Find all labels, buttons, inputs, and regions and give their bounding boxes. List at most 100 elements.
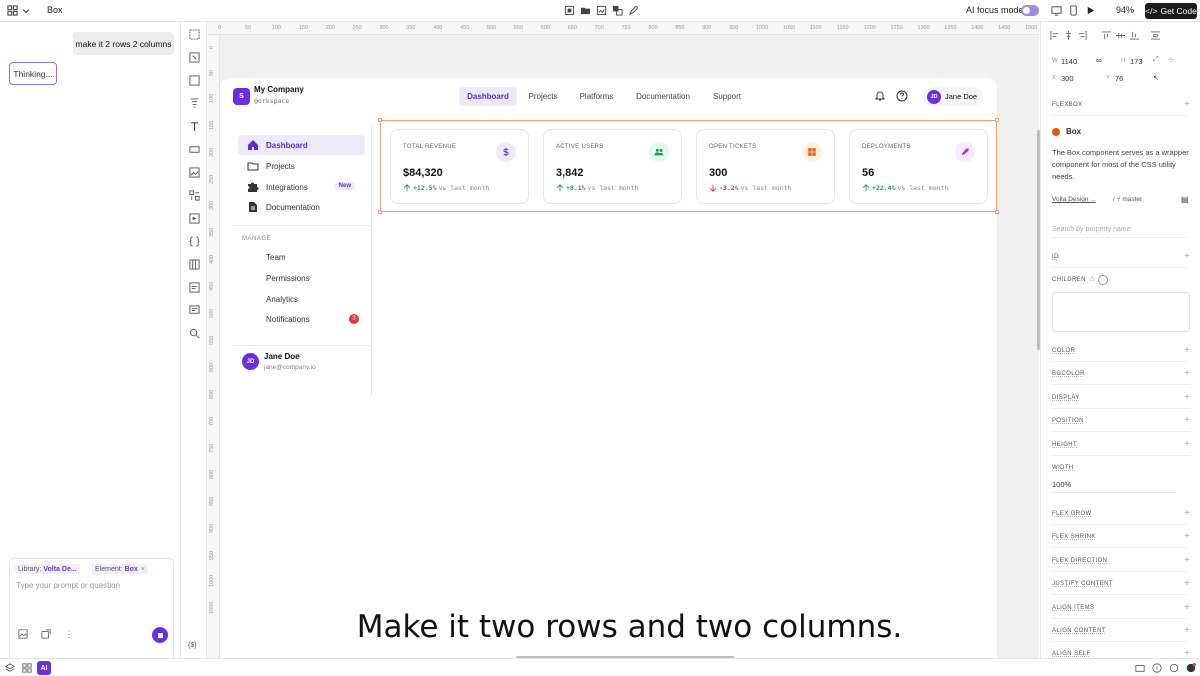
resize-handle[interactable] [378, 210, 382, 214]
sidebar-item-documentation[interactable]: Documentation [238, 197, 365, 217]
add-icon[interactable]: + [1184, 345, 1190, 356]
ai-focus-toggle[interactable] [1021, 5, 1039, 16]
play-icon[interactable] [1085, 5, 1096, 16]
prop-position[interactable]: POSITION + [1052, 410, 1190, 433]
table-tool-icon[interactable] [189, 259, 200, 270]
container-tool-icon[interactable] [189, 98, 200, 109]
mobile-icon[interactable] [1068, 5, 1079, 16]
attach-frame-icon[interactable] [39, 627, 53, 641]
add-icon[interactable]: + [1184, 531, 1190, 542]
library-link[interactable]: Volta Design ... [1052, 196, 1096, 203]
library-chip[interactable]: Library: Volta De... [15, 564, 80, 574]
variable-tool-icon[interactable] [189, 236, 200, 247]
prop-color[interactable]: COLOR + [1052, 340, 1190, 362]
stat-card[interactable]: DEPLOYMENTS 56 +22.4% vs last month [849, 129, 988, 204]
close-icon[interactable]: × [141, 566, 145, 573]
canvas[interactable]: S My Company @orkspace Dashboard Project… [220, 35, 1039, 659]
constraints-icon[interactable]: ⊹ [1168, 56, 1174, 64]
property-search[interactable]: Search by property name [1052, 218, 1190, 238]
frame-icon[interactable] [564, 5, 575, 16]
height-input[interactable]: 173 [1130, 57, 1143, 66]
target-icon[interactable] [1098, 275, 1108, 285]
align-middle-icon[interactable] [1116, 31, 1125, 40]
align-right-icon[interactable] [1078, 31, 1087, 40]
notifications-icon[interactable] [1186, 663, 1196, 673]
zoom-level[interactable]: 94% [1116, 5, 1134, 15]
sidebar-item-permissions[interactable]: Permissions [238, 268, 365, 288]
align-center-icon[interactable] [1064, 31, 1073, 40]
button-tool-icon[interactable] [189, 144, 200, 155]
help-icon[interactable] [896, 90, 908, 102]
tab-platforms[interactable]: Platforms [574, 87, 619, 106]
get-code-button[interactable]: </> Get Code [1145, 3, 1197, 19]
width-prop-value[interactable]: 100% [1052, 480, 1071, 489]
prompt-box[interactable]: Library: Volta De... Element: Box × Type yo… [9, 558, 174, 671]
stat-card[interactable]: TOTAL REVENUE $84,320 +12.5% vs last month [390, 129, 529, 204]
element-chip[interactable]: Element: Box × [92, 564, 148, 574]
ai-button[interactable]: AI [37, 661, 51, 675]
prop-align-content[interactable]: ALIGN CONTENT + [1052, 620, 1190, 642]
tab-support[interactable]: Support [706, 87, 748, 106]
tab-dashboard[interactable]: Dashboard [459, 87, 517, 106]
add-icon[interactable]: + [1184, 392, 1190, 403]
add-icon[interactable]: + [1184, 578, 1190, 589]
dashboard-frame[interactable]: S My Company @orkspace Dashboard Project… [220, 78, 999, 658]
stop-button[interactable] [152, 627, 168, 643]
search-icon[interactable] [189, 328, 200, 339]
image-tool-icon[interactable] [189, 167, 200, 178]
stat-card[interactable]: ACTIVE USERS 3,842 +8.1% vs last month [543, 129, 682, 204]
chevron-down-icon[interactable] [22, 5, 30, 16]
select-tool-icon[interactable] [189, 29, 200, 40]
folder-icon[interactable] [580, 5, 591, 16]
search-input[interactable]: Search by property name [1052, 226, 1131, 233]
grid-icon[interactable] [22, 663, 32, 673]
share-icon[interactable] [1135, 663, 1145, 673]
frame-tool-icon[interactable] [189, 52, 200, 63]
apps-grid-icon[interactable] [7, 5, 18, 16]
prop-id[interactable]: ID + [1052, 246, 1190, 268]
comment-tool-icon[interactable] [189, 305, 200, 316]
sidebar-item-analytics[interactable]: Analytics [238, 289, 365, 309]
add-icon[interactable]: + [1184, 99, 1190, 110]
add-icon[interactable]: + [1184, 251, 1190, 262]
image-icon[interactable] [596, 5, 607, 16]
variables-button[interactable]: {$} [188, 642, 202, 653]
width-input[interactable]: 1140 [1061, 57, 1077, 66]
align-left-icon[interactable] [1050, 31, 1059, 40]
resize-handle[interactable] [378, 118, 382, 122]
rocket-icon[interactable] [628, 5, 639, 16]
grid-tool-icon[interactable] [189, 190, 200, 201]
add-icon[interactable]: + [1184, 625, 1190, 636]
desktop-icon[interactable] [1051, 5, 1062, 16]
help-icon[interactable] [1152, 663, 1162, 673]
prompt-input[interactable]: Type your prompt or question [16, 581, 120, 590]
sidebar-item-notifications[interactable]: Notifications 3 [238, 309, 365, 329]
sidebar-item-team[interactable]: Team [238, 247, 365, 267]
tab-projects[interactable]: Projects [523, 87, 563, 106]
add-icon[interactable]: + [1184, 368, 1190, 379]
tab-documentation[interactable]: Documentation [630, 87, 696, 106]
more-options-icon[interactable]: ⋮ [62, 627, 76, 641]
embed-tool-icon[interactable] [189, 282, 200, 293]
user-menu[interactable]: JD Jane Doe [924, 87, 983, 106]
sidebar-item-projects[interactable]: Projects [238, 156, 365, 176]
stat-card[interactable]: OPEN TICKETS 300 -3.2% vs last month [696, 129, 835, 204]
add-icon[interactable]: + [1184, 439, 1190, 450]
component-icon[interactable] [612, 5, 623, 16]
resize-handle[interactable] [995, 118, 999, 122]
add-icon[interactable]: + [1184, 508, 1190, 519]
rectangle-tool-icon[interactable] [189, 75, 200, 86]
layers-icon[interactable] [5, 663, 15, 673]
text-tool-icon[interactable] [189, 121, 200, 132]
children-dropzone[interactable] [1052, 292, 1190, 332]
add-icon[interactable]: + [1184, 602, 1190, 613]
bell-icon[interactable] [874, 90, 886, 102]
prop-flex-grow[interactable]: FLEX GROW + [1052, 503, 1190, 525]
resize-icon[interactable]: ⤢ [1153, 56, 1159, 64]
link-icon[interactable]: ∞ [1096, 56, 1102, 65]
resize-handle[interactable] [995, 210, 999, 214]
prop-justify-content[interactable]: JUSTIFY CONTENT + [1052, 573, 1190, 596]
align-top-icon[interactable] [1102, 31, 1111, 40]
prop-flex-direction[interactable]: FLEX DIRECTION + [1052, 550, 1190, 572]
align-bottom-icon[interactable] [1130, 31, 1139, 40]
